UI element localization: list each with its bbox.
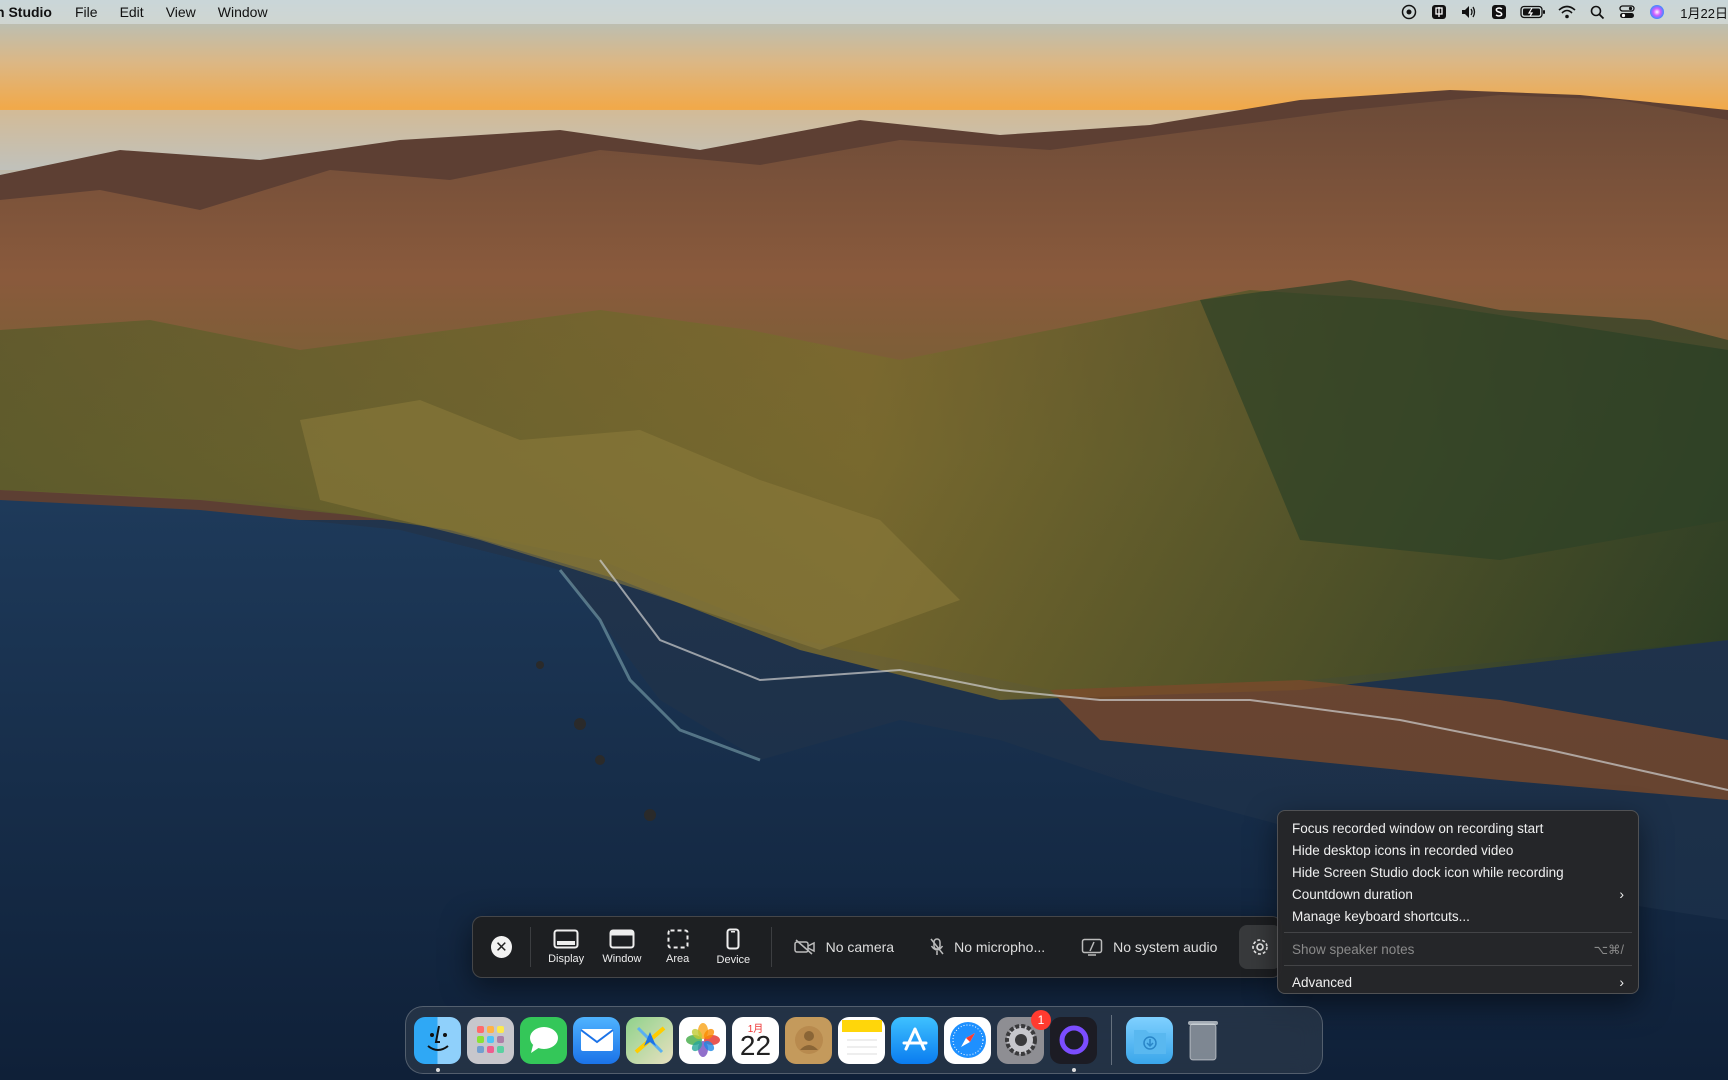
display-mode-button[interactable]: Display <box>538 922 594 972</box>
menu-bar-clock[interactable]: 1月22日 <box>1680 3 1728 22</box>
microphone-source-button[interactable]: No micropho... <box>916 927 1059 967</box>
recording-toolbar: ✕ Display Window Area Device No camera N… <box>472 916 1282 978</box>
dock-calendar[interactable]: 1月 22 <box>732 1016 779 1064</box>
running-indicator <box>1071 1067 1076 1072</box>
status-area: 1月22日 <box>1394 0 1728 24</box>
menu-edit[interactable]: Edit <box>109 4 155 20</box>
area-mode-button[interactable]: Area <box>650 922 706 972</box>
gear-icon <box>1004 1024 1037 1056</box>
downloads-folder-icon <box>1133 1030 1166 1054</box>
mail-icon <box>579 1029 614 1051</box>
menu-item-label: Focus recorded window on recording start <box>1292 820 1544 836</box>
spotlight-search-icon[interactable] <box>1588 3 1606 21</box>
menu-item-label: Manage keyboard shortcuts... <box>1292 908 1470 924</box>
safari-icon <box>949 1022 986 1058</box>
system-audio-label: No system audio <box>1113 939 1218 955</box>
menu-item-label: Hide desktop icons in recorded video <box>1292 842 1514 858</box>
toolbar-divider <box>770 927 772 967</box>
dock-downloads-folder[interactable] <box>1126 1016 1173 1064</box>
menu-item-hide-desktop-icons[interactable]: Hide desktop icons in recorded video <box>1278 839 1638 861</box>
area-mode-label: Area <box>665 953 690 965</box>
menu-window[interactable]: Window <box>207 4 279 20</box>
area-icon <box>667 929 689 949</box>
dock-messages[interactable] <box>520 1016 567 1064</box>
dock-trash[interactable] <box>1179 1017 1226 1064</box>
device-mode-label: Device <box>716 954 751 966</box>
screen-studio-icon <box>1059 1025 1088 1055</box>
menu-separator <box>1284 965 1632 966</box>
menu-file[interactable]: File <box>64 4 109 20</box>
menu-item-focus-recorded-window[interactable]: Focus recorded window on recording start <box>1278 817 1638 839</box>
dock-divider <box>1111 1015 1112 1065</box>
dock-mail[interactable] <box>573 1016 620 1064</box>
dock-system-settings[interactable]: 1 <box>997 1009 1051 1064</box>
maps-icon <box>634 1026 665 1054</box>
dock-photos[interactable] <box>679 1016 726 1064</box>
menu-item-show-speaker-notes: Show speaker notes ⌥⌘/ <box>1278 938 1638 960</box>
system-audio-off-icon <box>1081 938 1103 956</box>
dock-contacts[interactable] <box>785 1016 832 1064</box>
battery-icon[interactable] <box>1520 3 1546 21</box>
chevron-right-icon: › <box>1619 886 1624 902</box>
photos-icon <box>685 1023 720 1057</box>
menu-item-advanced[interactable]: Advanced › <box>1278 971 1638 993</box>
menu-view[interactable]: View <box>155 4 207 20</box>
menu-item-manage-shortcuts[interactable]: Manage keyboard shortcuts... <box>1278 905 1638 927</box>
menu-item-countdown-duration[interactable]: Countdown duration › <box>1278 883 1638 905</box>
calendar-day: 22 <box>739 1029 772 1061</box>
trash-icon <box>1187 1021 1218 1061</box>
menu-item-label: Advanced <box>1292 974 1353 990</box>
input-method-icon[interactable] <box>1430 3 1448 21</box>
notes-icon <box>841 1020 882 1055</box>
settings-context-menu: Focus recorded window on recording start… <box>1277 810 1639 994</box>
system-audio-button[interactable]: No system audio <box>1067 927 1231 967</box>
finder-icon <box>426 1025 449 1051</box>
volume-icon[interactable] <box>1460 3 1478 21</box>
camera-source-label: No camera <box>825 939 895 955</box>
menu-item-label: Hide Screen Studio dock icon while recor… <box>1292 864 1564 880</box>
dock-screen-studio[interactable] <box>1050 1016 1097 1072</box>
close-toolbar-button[interactable]: ✕ <box>491 936 512 958</box>
chevron-right-icon: › <box>1619 974 1624 990</box>
launchpad-icon <box>476 1026 504 1053</box>
menu-separator <box>1284 932 1632 933</box>
window-icon <box>609 929 635 949</box>
gear-icon <box>1252 939 1268 955</box>
dock-notes[interactable] <box>838 1016 885 1064</box>
dock-maps[interactable] <box>626 1016 673 1064</box>
notification-badge: 1 <box>1031 1009 1051 1030</box>
settings-button[interactable] <box>1239 925 1281 969</box>
keyboard-shortcut: ⌥⌘/ <box>1593 942 1624 957</box>
device-icon <box>726 928 740 950</box>
siri-icon[interactable] <box>1648 3 1666 21</box>
screen-record-icon[interactable] <box>1400 3 1418 21</box>
running-indicator <box>435 1067 440 1072</box>
microphone-off-icon <box>930 938 944 955</box>
camera-source-button[interactable]: No camera <box>780 927 908 967</box>
app-s-icon[interactable] <box>1490 3 1508 21</box>
messages-icon <box>529 1027 558 1053</box>
app-store-icon <box>902 1027 927 1051</box>
menu-item-label: Show speaker notes <box>1292 941 1415 957</box>
dock-finder[interactable] <box>414 1016 461 1072</box>
microphone-source-label: No micropho... <box>954 939 1046 955</box>
app-menu-name[interactable]: n Studio <box>0 4 64 20</box>
window-mode-button[interactable]: Window <box>594 922 650 972</box>
display-icon <box>553 929 579 949</box>
display-mode-label: Display <box>548 953 585 965</box>
control-center-icon[interactable] <box>1618 3 1636 21</box>
contacts-icon <box>794 1026 823 1054</box>
camera-off-icon <box>793 939 815 955</box>
dock-app-store[interactable] <box>891 1016 938 1064</box>
dock-safari[interactable] <box>944 1016 991 1064</box>
dock: 1月 22 1 <box>405 1006 1323 1074</box>
dock-launchpad[interactable] <box>467 1016 514 1064</box>
device-mode-button[interactable]: Device <box>705 922 761 972</box>
menu-item-label: Countdown duration <box>1292 886 1413 902</box>
toolbar-divider <box>529 927 531 967</box>
wifi-icon[interactable] <box>1558 3 1576 21</box>
menu-item-hide-dock-icon[interactable]: Hide Screen Studio dock icon while recor… <box>1278 861 1638 883</box>
window-mode-label: Window <box>602 953 642 965</box>
menu-bar: n Studio File Edit View Window 1月22日 <box>0 0 1728 24</box>
